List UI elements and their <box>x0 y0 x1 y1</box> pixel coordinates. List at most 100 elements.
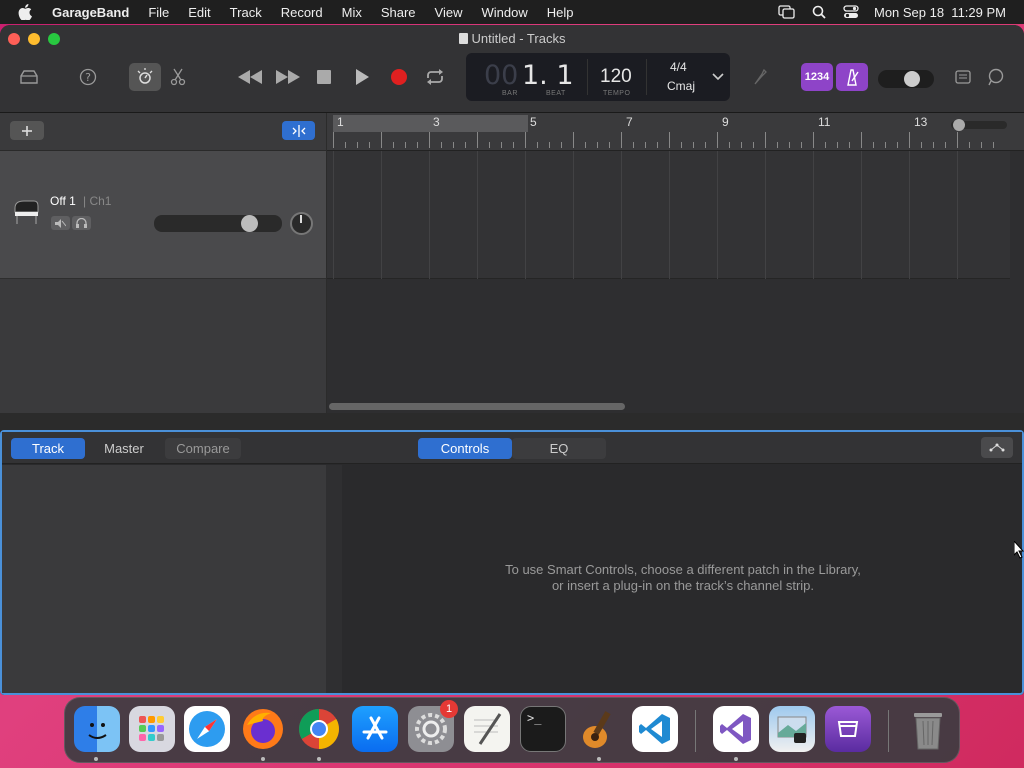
vscode-icon[interactable] <box>632 706 678 752</box>
simulator-icon[interactable] <box>825 706 871 752</box>
lcd-display[interactable]: 00 1. 1 BAR BEAT 120 TEMPO 4/4 Cmaj <box>466 53 730 101</box>
ruler-subtick <box>693 142 694 148</box>
ruler-subtick <box>513 142 514 148</box>
menu-window[interactable]: Window <box>482 5 528 20</box>
launchpad-icon[interactable] <box>129 706 175 752</box>
spotlight-search-icon[interactable] <box>810 4 828 20</box>
stop-button[interactable] <box>314 67 334 87</box>
tab-controls[interactable]: Controls <box>418 438 512 459</box>
track-pan-knob[interactable] <box>290 212 313 235</box>
app-store-icon[interactable] <box>352 706 398 752</box>
chrome-icon[interactable] <box>296 706 342 752</box>
tab-master[interactable]: Master <box>87 438 161 459</box>
mute-button[interactable] <box>51 216 70 230</box>
ruler-subtick <box>981 142 982 148</box>
ruler-tick <box>621 132 622 148</box>
record-button[interactable] <box>389 67 409 87</box>
metronome-button[interactable] <box>836 63 868 91</box>
visual-studio-icon[interactable] <box>713 706 759 752</box>
ruler[interactable]: 1 3 5 7 9 11 13 <box>327 113 1024 151</box>
menu-help[interactable]: Help <box>547 5 574 20</box>
trash-icon[interactable] <box>905 706 951 752</box>
ruler-subtick <box>705 142 706 148</box>
finder-icon[interactable] <box>74 706 120 752</box>
bar-number: 13 <box>914 115 928 129</box>
rewind-button[interactable] <box>237 67 263 87</box>
compare-button[interactable]: Compare <box>165 438 241 459</box>
track-header-1[interactable]: Off 1 | Ch1 <box>0 151 326 279</box>
menu-clock[interactable]: Mon Sep 18 11:29 PM <box>874 5 1006 20</box>
menu-app-name[interactable]: GarageBand <box>52 5 129 20</box>
play-button[interactable] <box>352 67 372 87</box>
garageband-icon[interactable] <box>576 706 622 752</box>
textedit-icon[interactable] <box>464 706 510 752</box>
menu-share[interactable]: Share <box>381 5 416 20</box>
play-icon <box>356 69 369 85</box>
cycle-button[interactable] <box>424 67 446 87</box>
ruler-subtick <box>369 142 370 148</box>
loop-browser-icon[interactable] <box>985 67 1007 87</box>
safari-icon[interactable] <box>184 706 230 752</box>
ruler-tick <box>429 132 430 148</box>
title-bar: Untitled - Tracks ? 00 1. 1 BAR BEAT 120… <box>0 25 1024 113</box>
smart-controls-button[interactable] <box>129 63 161 91</box>
ruler-subtick <box>345 142 346 148</box>
bar-number: 11 <box>818 115 831 129</box>
control-center-icon[interactable] <box>842 4 860 20</box>
smart-controls-icon <box>137 68 153 84</box>
menu-record[interactable]: Record <box>281 5 323 20</box>
inspector-button[interactable] <box>981 437 1013 458</box>
add-track-button[interactable] <box>10 121 44 140</box>
solo-button[interactable] <box>72 216 91 230</box>
help-icon[interactable]: ? <box>77 66 99 88</box>
track-volume-knob[interactable] <box>241 215 258 232</box>
zoom-slider-knob[interactable] <box>953 119 965 131</box>
master-volume-knob[interactable] <box>904 71 920 87</box>
menu-view[interactable]: View <box>435 5 463 20</box>
preview-icon[interactable] <box>769 706 815 752</box>
lcd-time-signature: 4/4 <box>670 60 687 74</box>
tracks-area[interactable]: 1 3 5 7 9 11 13 <box>327 113 1024 413</box>
track-name[interactable]: Off 1 <box>50 194 76 208</box>
catch-playhead-button[interactable] <box>282 121 315 140</box>
library-icon[interactable] <box>18 66 40 88</box>
message-line-1: To use Smart Controls, choose a differen… <box>505 562 861 577</box>
fast-forward-icon <box>276 70 300 84</box>
screen-mirror-icon[interactable] <box>778 4 796 20</box>
ruler-subtick <box>489 142 490 148</box>
horizontal-scrollbar[interactable] <box>329 403 625 410</box>
system-settings-icon[interactable]: 1 <box>408 700 458 752</box>
fast-forward-button[interactable] <box>275 67 301 87</box>
ruler-subtick <box>801 142 802 148</box>
menu-file[interactable]: File <box>148 5 169 20</box>
tab-eq[interactable]: EQ <box>512 438 606 459</box>
speaker-mute-icon <box>55 218 66 228</box>
track-volume-slider[interactable] <box>154 215 282 232</box>
menu-track[interactable]: Track <box>230 5 262 20</box>
menu-edit[interactable]: Edit <box>188 5 210 20</box>
editors-scissors-icon[interactable] <box>168 66 188 88</box>
metronome-icon <box>847 69 859 86</box>
track-list-empty-area[interactable] <box>0 279 326 413</box>
cycle-icon <box>427 69 443 85</box>
dock: 1 >_ <box>64 697 960 763</box>
apple-menu-icon[interactable] <box>18 3 36 21</box>
cycle-region[interactable] <box>333 115 528 132</box>
lcd-beat-label: BEAT <box>546 90 566 97</box>
tuner-icon[interactable] <box>750 67 770 87</box>
running-indicator <box>261 757 265 761</box>
master-volume-slider[interactable] <box>878 70 934 88</box>
ruler-subtick <box>849 142 850 148</box>
terminal-icon[interactable]: >_ <box>520 706 566 752</box>
lcd-bar-label: BAR <box>502 90 518 97</box>
tab-track[interactable]: Track <box>11 438 85 459</box>
ruler-subtick <box>597 142 598 148</box>
smart-controls-message: To use Smart Controls, choose a differen… <box>342 562 1024 594</box>
notepad-icon[interactable] <box>953 67 973 87</box>
menu-mix[interactable]: Mix <box>342 5 362 20</box>
zoom-slider[interactable] <box>951 119 1007 131</box>
lcd-chevron-down-icon[interactable] <box>712 69 724 87</box>
count-in-button[interactable]: 1234 <box>801 63 833 91</box>
smart-controls-left-pane <box>2 465 326 693</box>
firefox-icon[interactable] <box>240 706 286 752</box>
